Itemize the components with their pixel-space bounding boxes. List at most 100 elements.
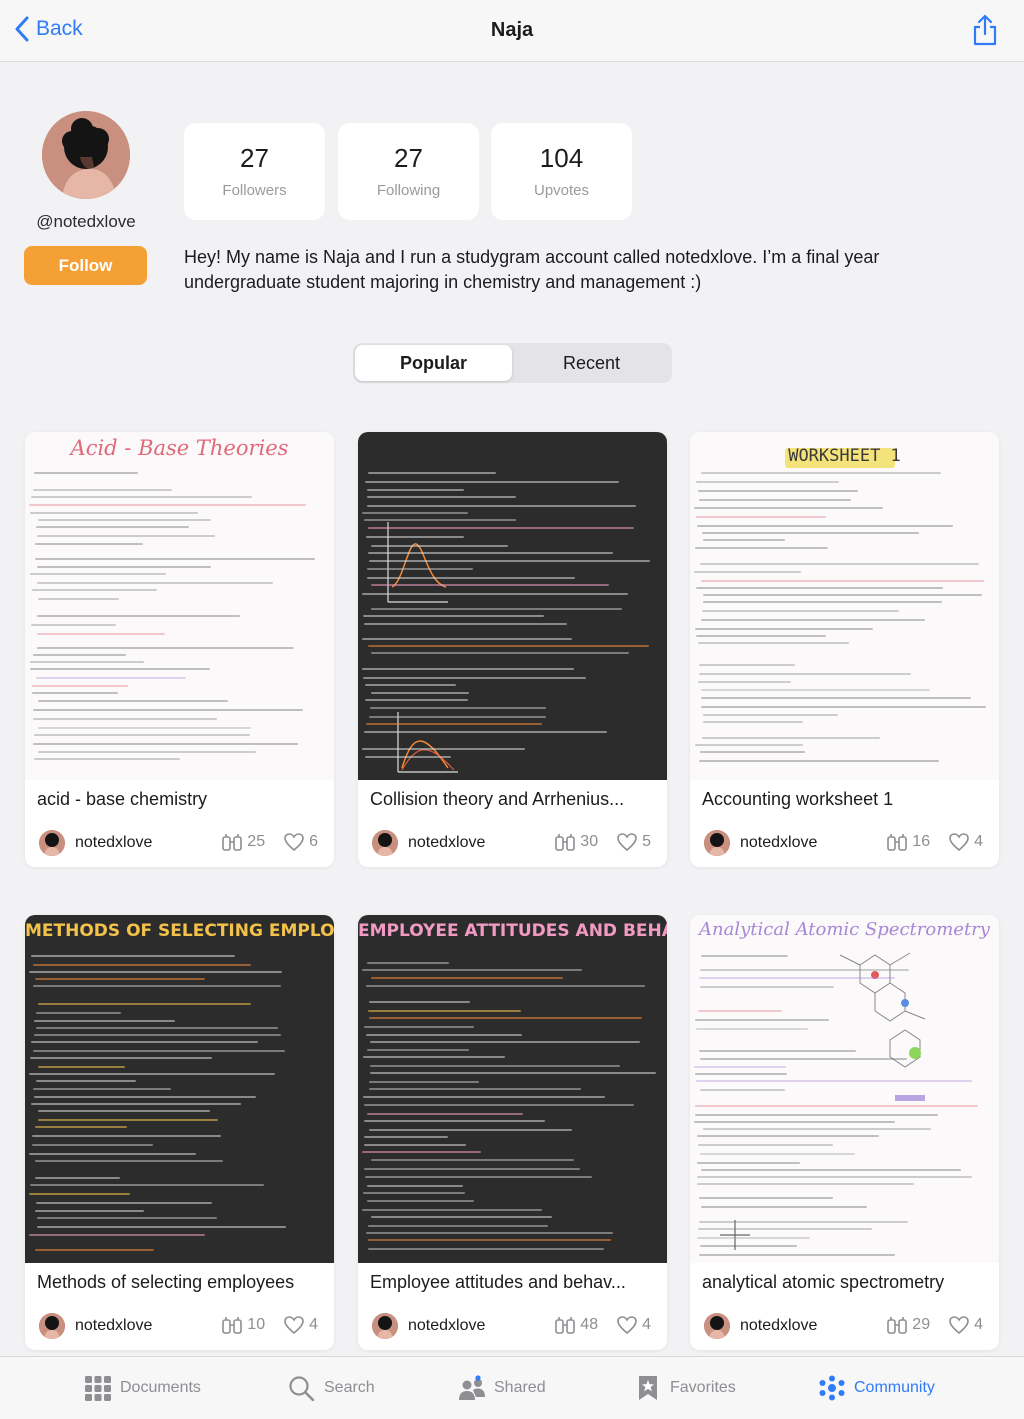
document-card[interactable]: WORKSHEET 1 Accounting worksheet 1 noted… — [690, 432, 999, 867]
card-stats: 16 4 — [886, 832, 983, 852]
thumbnail-heading: EMPLOYEE ATTITUDES AND BEHAVIOR — [358, 921, 667, 941]
tab-recent[interactable]: Recent — [513, 345, 670, 381]
note-text-line — [695, 744, 803, 746]
card-title: Employee attitudes and behav... — [370, 1272, 626, 1292]
card-author[interactable]: notedxlove — [704, 1313, 817, 1339]
note-text-line — [371, 652, 629, 654]
note-text-line — [367, 1113, 523, 1115]
note-text-line — [370, 1065, 620, 1067]
note-text-line — [369, 1017, 642, 1019]
views-count: 29 — [912, 1316, 931, 1333]
tab-bar: Documents Search Shared Favorites Commun… — [0, 1356, 1024, 1419]
document-card[interactable]: Acid - Base Theories acid - base chemist… — [25, 432, 334, 867]
document-card[interactable]: EMPLOYEE ATTITUDES AND BEHAVIOR Employee… — [358, 915, 667, 1350]
tab-documents[interactable]: Documents — [84, 1375, 201, 1401]
note-text-line — [369, 1001, 470, 1003]
tab-shared[interactable]: Shared — [458, 1375, 546, 1401]
note-text-line — [364, 1104, 634, 1106]
avatar — [42, 111, 130, 199]
card-title: Accounting worksheet 1 — [702, 789, 894, 809]
card-author[interactable]: notedxlove — [372, 1313, 485, 1339]
note-text-line — [29, 1234, 205, 1236]
views-icon — [222, 834, 243, 851]
document-card[interactable]: Collision theory and Arrhenius... notedx… — [358, 432, 667, 867]
card-author[interactable]: notedxlove — [39, 1313, 152, 1339]
note-text-line — [37, 633, 165, 635]
note-text-line — [32, 685, 128, 687]
note-text-line — [367, 962, 449, 964]
note-text-line — [695, 1019, 829, 1021]
note-text-line — [695, 628, 873, 630]
note-text-line — [699, 664, 795, 666]
card-author[interactable]: notedxlove — [372, 830, 485, 856]
card-stats: 30 5 — [554, 832, 651, 852]
note-text-line — [30, 1057, 212, 1059]
upvotes-stat[interactable]: 104 Upvotes — [491, 123, 632, 220]
following-label: Following — [376, 182, 441, 199]
note-text-line — [696, 587, 943, 589]
author-name: notedxlove — [740, 1317, 818, 1334]
upvotes-count: 104 — [539, 143, 584, 173]
note-text-line — [30, 573, 166, 575]
note-text-line — [369, 560, 650, 562]
tab-favorites[interactable]: Favorites — [634, 1375, 736, 1401]
heart-icon[interactable] — [283, 832, 305, 852]
note-text-line — [696, 481, 839, 483]
followers-count: 27 — [240, 143, 269, 173]
document-card[interactable]: METHODS OF SELECTING EMPLOYEES Methods o… — [25, 915, 334, 1350]
heart-icon[interactable] — [948, 1315, 970, 1335]
note-text-line — [699, 1254, 895, 1256]
note-text-line — [368, 527, 634, 529]
note-text-line — [699, 673, 911, 675]
note-text-line — [38, 727, 251, 729]
tab-community-label: Community — [854, 1379, 935, 1396]
heart-icon[interactable] — [948, 832, 970, 852]
followers-stat[interactable]: 27 Followers — [184, 123, 325, 220]
note-text-line — [363, 1056, 505, 1058]
note-text-line — [37, 615, 240, 617]
note-text-line — [696, 635, 826, 637]
note-text-line — [368, 1248, 604, 1250]
tab-favorites-label: Favorites — [670, 1379, 736, 1396]
note-text-line — [367, 496, 516, 498]
views-count: 30 — [580, 833, 599, 850]
tab-community[interactable]: Community — [818, 1375, 935, 1401]
note-text-line — [370, 1072, 656, 1074]
note-text-line — [695, 1105, 978, 1107]
card-author[interactable]: notedxlove — [704, 830, 817, 856]
profile-bio: Hey! My name is Naja and I run a studygr… — [184, 247, 880, 292]
note-text-line — [362, 1151, 481, 1153]
profile-handle: @notedxlove — [36, 212, 136, 231]
note-text-line — [29, 504, 306, 506]
following-stat[interactable]: 27 Following — [338, 123, 479, 220]
note-text-line — [37, 535, 215, 537]
note-text-line — [32, 589, 157, 591]
card-author[interactable]: notedxlove — [39, 830, 152, 856]
note-text-line — [365, 756, 451, 758]
share-icon[interactable] — [972, 14, 998, 46]
note-text-line — [700, 563, 979, 565]
tab-popular[interactable]: Popular — [355, 345, 512, 381]
note-text-line — [702, 610, 899, 612]
tab-search[interactable]: Search — [288, 1375, 375, 1401]
followers-label: Followers — [222, 182, 287, 199]
note-text-line — [698, 681, 791, 683]
note-text-line — [370, 1041, 640, 1043]
follow-button[interactable]: Follow — [24, 246, 147, 285]
note-text-line — [698, 1010, 782, 1012]
heart-icon[interactable] — [616, 1315, 638, 1335]
note-text-line — [32, 692, 118, 694]
card-title: acid - base chemistry — [37, 789, 208, 809]
note-text-line — [364, 519, 516, 521]
views-count: 16 — [912, 833, 931, 850]
document-card[interactable]: Analytical Atomic Spectrometry analytica… — [690, 915, 999, 1350]
note-text-line — [35, 543, 143, 545]
note-text-line — [700, 1058, 907, 1060]
heart-icon[interactable] — [283, 1315, 305, 1335]
note-text-line — [703, 539, 785, 541]
note-text-line — [366, 723, 542, 725]
heart-icon[interactable] — [616, 832, 638, 852]
note-text-line — [36, 1027, 278, 1029]
note-text-line — [363, 1096, 605, 1098]
note-text-line — [701, 1206, 867, 1208]
